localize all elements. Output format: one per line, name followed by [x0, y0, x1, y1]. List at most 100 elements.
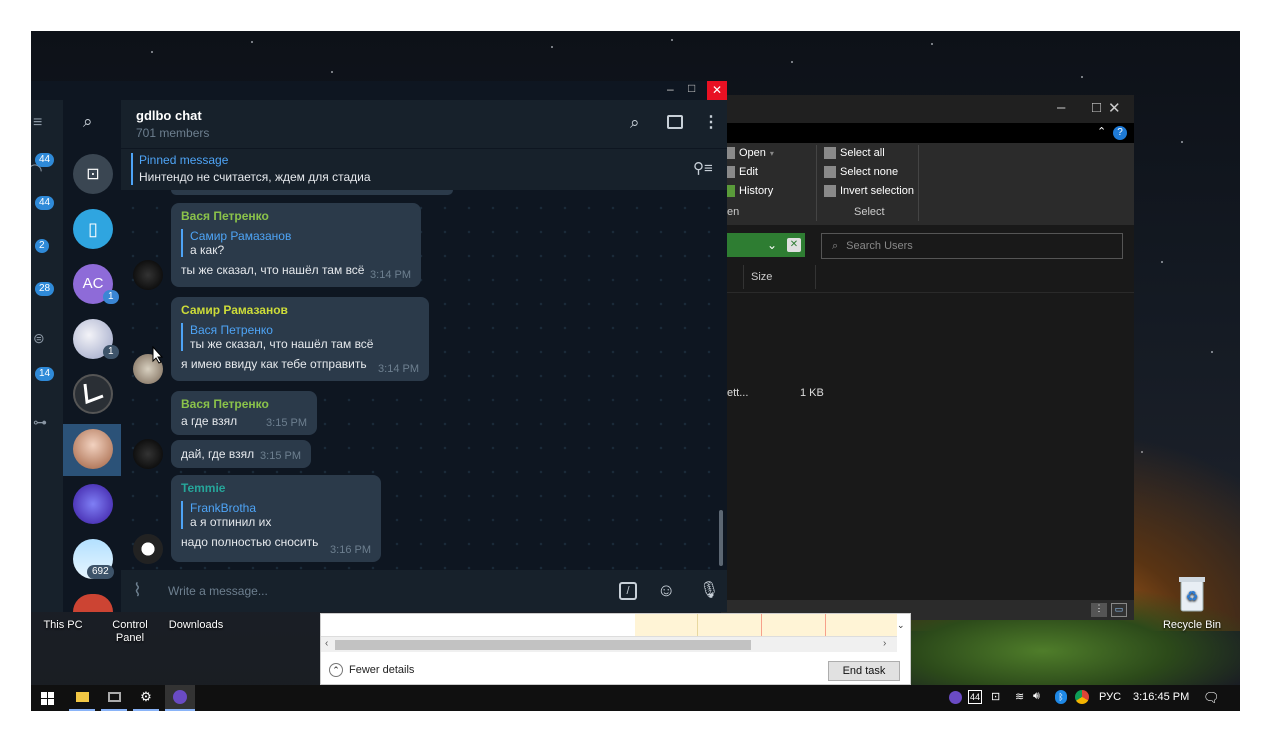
tiles-view-button[interactable]: ▭ [1111, 603, 1127, 617]
help-icon[interactable]: ? [1113, 126, 1127, 140]
message-time: 3:14 PM [370, 269, 411, 281]
scroll-right-arrow[interactable]: › [883, 638, 886, 649]
close-button[interactable]: ✕ [1108, 99, 1121, 117]
chat-avatar-logo[interactable] [73, 374, 113, 414]
saved-messages-avatar[interactable]: ▯ [73, 209, 113, 249]
unpin-list-icon[interactable]: ⚲≡ [693, 159, 713, 177]
reply-quote[interactable]: Самир Рамазанов а как? [181, 229, 411, 257]
history-button[interactable]: History [727, 185, 773, 197]
message-bubble[interactable]: Самир Рамазанов Вася Петренко ты же сказа… [171, 297, 429, 381]
sender-name: Вася Петренко [181, 397, 269, 411]
taskbar-remote[interactable] [101, 685, 127, 711]
scroll-down-arrow[interactable]: ⌄ [897, 620, 905, 631]
commands-icon[interactable]: / [619, 582, 637, 600]
invert-selection-icon [824, 185, 836, 197]
language-indicator[interactable]: РУС [1099, 691, 1121, 703]
fewer-details-button[interactable]: ⌃ Fewer details [329, 663, 414, 677]
menu-icon[interactable]: ≡ [33, 114, 42, 132]
mouse-cursor-icon [152, 346, 164, 364]
wifi-icon[interactable]: ≋ [1015, 690, 1024, 703]
settings-sliders-icon[interactable]: ⊶ [33, 414, 47, 431]
message-input[interactable]: Write a message... [168, 584, 268, 598]
chat-avatar-partial[interactable] [73, 594, 113, 612]
reply-sender: FrankBrotha [190, 501, 257, 515]
chat-scrollbar[interactable] [719, 510, 723, 566]
reply-quote[interactable]: Вася Петренко ты же сказал, что нашёл там… [181, 323, 419, 351]
invert-selection-button[interactable]: Invert selection [824, 185, 914, 197]
search-icon[interactable]: ⌕ [83, 112, 93, 132]
scrollbar-thumb[interactable] [335, 640, 751, 650]
desktop-icon-control-panel[interactable]: Control Panel [95, 619, 165, 645]
message-bubble[interactable]: Temmie FrankBrotha а я отпинил их надо по… [171, 475, 381, 562]
details-view-button[interactable]: ⋮ [1091, 603, 1107, 617]
more-icon[interactable]: ⋮ [703, 112, 719, 132]
volume-icon[interactable]: 🔊︎ [1033, 690, 1040, 703]
clock[interactable]: 3:16:45 PM [1133, 691, 1189, 703]
tray-app-icon[interactable] [949, 691, 962, 704]
maximize-button[interactable]: □ [688, 81, 695, 95]
reply-quote[interactable]: FrankBrotha а я отпинил их [181, 501, 371, 529]
chrome-icon[interactable] [1075, 690, 1089, 704]
attach-icon[interactable]: ⌇ [133, 580, 142, 601]
bluetooth-icon[interactable]: ᛒ [1055, 690, 1067, 704]
column-size[interactable]: Size [751, 271, 772, 283]
select-all-button[interactable]: Select all [824, 147, 885, 159]
sidebar-toggle-icon[interactable] [667, 115, 683, 129]
scroll-left-arrow[interactable]: ‹ [325, 638, 328, 649]
horizontal-scrollbar[interactable]: ‹ › [321, 636, 897, 652]
taskbar-settings[interactable]: ⚙ [133, 685, 159, 711]
invert-selection-label: Invert selection [840, 185, 914, 197]
search-placeholder: Search Users [846, 240, 913, 252]
clear-icon[interactable]: ✕ [787, 238, 801, 252]
chevron-up-icon: ⌃ [329, 663, 343, 677]
folder-column: ≡ ◠ 44 44 2 28 ⊜ 14 ⊶ [31, 100, 63, 612]
end-task-button[interactable]: End task [828, 661, 900, 681]
pinned-message-bar[interactable]: Pinned message Нинтендо не считается, жд… [121, 148, 727, 190]
archive-avatar[interactable]: ⊡ [73, 154, 113, 194]
maximize-button[interactable]: □ [1092, 99, 1101, 116]
emoji-icon[interactable]: ☺ [657, 580, 675, 601]
select-none-icon [824, 166, 836, 178]
message-bubble[interactable]: дай, где взял 3:15 PM [171, 440, 311, 468]
message-bubble[interactable]: Вася Петренко а где взял 3:15 PM [171, 391, 317, 435]
power-icon[interactable]: ⊡ [991, 690, 1000, 703]
avatar[interactable] [133, 260, 163, 290]
file-size: 1 KB [800, 387, 824, 399]
start-button[interactable] [37, 685, 57, 711]
reply-sender: Самир Рамазанов [190, 229, 292, 243]
notifications-icon[interactable]: 🗨︎ [1203, 690, 1220, 706]
address-dropdown[interactable]: ⌄ ✕ [721, 233, 805, 257]
edit-button[interactable]: Edit [727, 166, 758, 178]
file-row[interactable]: ett... 1 KB [721, 385, 1121, 403]
open-button[interactable]: Open ▾ [727, 147, 774, 159]
open-icon [727, 147, 735, 159]
bot-icon[interactable]: ⊜ [33, 330, 45, 347]
chat-avatar-galaxy[interactable] [73, 484, 113, 524]
chat-title[interactable]: gdlbo chat [136, 108, 202, 123]
search-icon[interactable]: ⌕ [630, 113, 640, 133]
column-headers: Size [721, 265, 1134, 293]
desktop-icon-downloads[interactable]: Downloads [161, 619, 231, 632]
taskbar-telegram[interactable] [165, 685, 195, 711]
chat-avatar-girl[interactable] [73, 429, 113, 469]
archive-icon: ⊡ [86, 166, 100, 183]
avatar[interactable] [133, 439, 163, 469]
explorer-titlebar: – □ ✕ [721, 95, 1134, 123]
tray-counter[interactable]: 44 [968, 690, 983, 704]
open-group-label: en [727, 206, 740, 218]
desktop-icon-recycle-bin[interactable]: ♻ Recycle Bin [1157, 573, 1227, 632]
microphone-icon[interactable]: 🎙︎ [699, 580, 719, 600]
desktop-icon-this-pc[interactable]: This PC [31, 619, 98, 632]
message-bubble[interactable]: Вася Петренко Самир Рамазанов а как? ты ж… [171, 203, 421, 287]
chat-header: gdlbo chat 701 members ⌕ ⋮ [121, 100, 727, 148]
collapse-ribbon-icon[interactable]: ⌃ [1097, 125, 1106, 138]
select-none-button[interactable]: Select none [824, 166, 898, 178]
search-box[interactable]: ⌕ Search Users [821, 233, 1123, 259]
avatar[interactable] [133, 534, 163, 564]
close-button[interactable]: ✕ [707, 81, 727, 100]
minimize-button[interactable]: – [1057, 99, 1065, 116]
minimize-button[interactable]: – [667, 82, 674, 96]
folder-badge: 14 [35, 367, 55, 381]
gear-icon: ⚙ [140, 689, 152, 704]
taskbar-explorer[interactable] [69, 685, 95, 711]
